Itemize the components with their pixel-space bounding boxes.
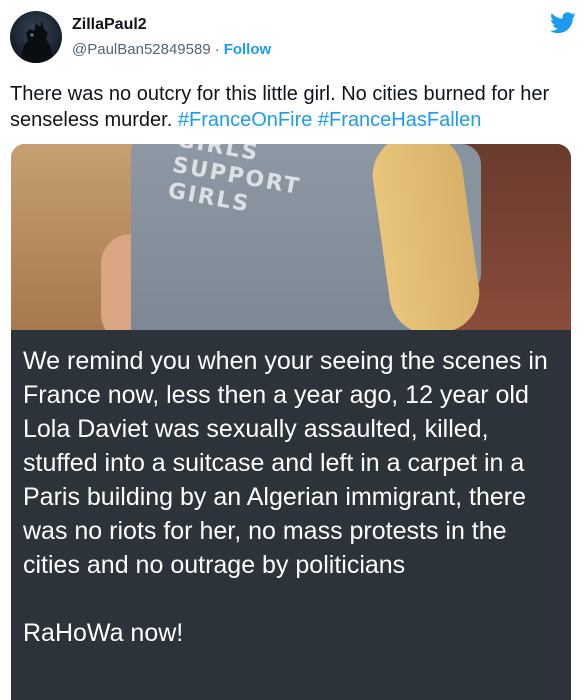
godzilla-avatar-icon: [20, 21, 54, 63]
tweet-media[interactable]: GIRLS SUPPORT GIRLS We remind you when y…: [11, 144, 571, 700]
twitter-bird-icon[interactable]: [550, 12, 576, 34]
meme-caption-text: We remind you when your seeing the scene…: [23, 347, 548, 579]
hashtag-france-has-fallen[interactable]: #FranceHasFallen: [318, 109, 481, 131]
user-handle[interactable]: @PaulBan52849589: [72, 41, 211, 58]
separator-dot: ·: [214, 41, 220, 58]
tweet-header: ZillaPaul2 @PaulBan52849589 · Follow: [10, 10, 576, 66]
follow-button[interactable]: Follow: [224, 41, 272, 58]
display-name[interactable]: ZillaPaul2: [72, 16, 147, 34]
hashtag-france-on-fire[interactable]: #FranceOnFire: [178, 109, 313, 131]
meme-caption-end: RaHoWa now!: [23, 619, 184, 647]
media-photo: GIRLS SUPPORT GIRLS: [11, 144, 571, 330]
meme-caption: We remind you when your seeing the scene…: [23, 344, 563, 650]
handle-row: @PaulBan52849589 · Follow: [72, 41, 271, 58]
tweet-body: There was no outcry for this little girl…: [10, 81, 576, 133]
avatar[interactable]: [10, 11, 62, 63]
